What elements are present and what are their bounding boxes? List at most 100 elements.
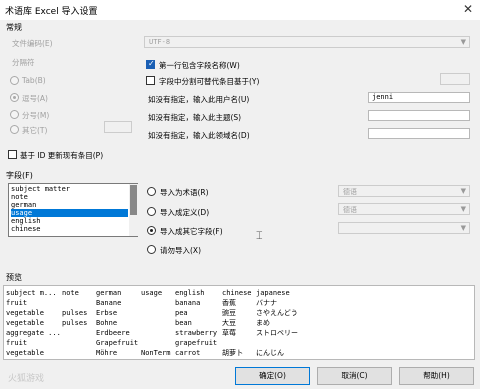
first-row-header-checkbox[interactable]	[146, 59, 155, 69]
mouse-cursor-icon: ⌶	[256, 229, 263, 242]
fields-listbox[interactable]: subject matter note german usage english…	[8, 183, 138, 237]
preview-cell: carrot	[175, 349, 201, 357]
preview-header-cell: english	[175, 289, 205, 297]
split-label: 字段中分割可替代条目基于(Y)	[159, 77, 260, 86]
definition-language-select[interactable]: 德语 ▼	[338, 203, 470, 215]
update-by-id-label: 基于 ID 更新现有条目(P)	[20, 151, 104, 160]
import-as-definition-radio[interactable]	[147, 207, 156, 216]
preview-cell: 胡萝卜	[222, 349, 243, 357]
encoding-label: 文件编码(E)	[12, 39, 53, 48]
cancel-button[interactable]: 取消(C)	[317, 367, 392, 385]
domain-label: 如没有指定，输入此领域名(D)	[148, 131, 250, 140]
preview-header-cell: note	[62, 289, 79, 297]
definition-language-value: 德语	[343, 206, 357, 214]
sep-tab-radio[interactable]	[10, 76, 19, 85]
general-heading: 常规	[6, 23, 22, 32]
chevron-down-icon: ▼	[460, 38, 466, 46]
list-item[interactable]: chinese	[11, 225, 128, 233]
subject-label: 如没有指定，输入此主题(S)	[148, 113, 242, 122]
import-as-term-radio[interactable]	[147, 187, 156, 196]
preview-cell: fruit	[6, 339, 28, 347]
preview-cell: bean	[175, 319, 192, 327]
watermark: 火狐游戏	[8, 374, 45, 384]
preview-header-cell: subject m...	[6, 289, 57, 297]
preview-cell: aggregate ...	[6, 329, 61, 337]
chevron-down-icon: ▼	[460, 205, 466, 213]
preview-cell: vegetable	[6, 319, 44, 327]
preview-cell: Banane	[96, 299, 122, 307]
preview-cell: Erdbeere	[96, 329, 130, 337]
sep-other-radio[interactable]	[10, 125, 19, 134]
chevron-down-icon: ▼	[460, 224, 466, 232]
other-field-select[interactable]: ▼	[338, 222, 470, 234]
preview-cell: Erbse	[96, 309, 118, 317]
fields-heading: 字段(F)	[6, 171, 33, 180]
preview-cell: banana	[175, 299, 201, 307]
list-item[interactable]: note	[11, 193, 128, 201]
preview-heading: 预览	[6, 273, 22, 282]
scrollbar-thumb[interactable]	[130, 185, 137, 215]
preview-cell: さやえんどう	[256, 309, 298, 317]
preview-cell: pulses	[62, 309, 88, 317]
preview-cell: pea	[175, 309, 188, 317]
list-scrollbar[interactable]	[129, 184, 138, 236]
list-item[interactable]: subject matter	[11, 185, 128, 193]
preview-cell: まめ	[256, 319, 270, 327]
import-as-definition-label: 导入成定义(D)	[160, 208, 210, 217]
list-item[interactable]: english	[11, 217, 128, 225]
preview-header-cell: chinese	[222, 289, 252, 297]
preview-cell: にんじん	[256, 349, 284, 357]
user-value: jenni	[372, 93, 394, 101]
domain-input[interactable]	[368, 128, 470, 139]
window-title: 术语库 Excel 导入设置	[5, 7, 98, 17]
subject-input[interactable]	[368, 110, 470, 121]
do-not-import-label: 请勿导入(X)	[160, 246, 201, 255]
preview-cell: バナナ	[256, 299, 277, 307]
preview-cell: Möhre	[96, 349, 118, 357]
split-char-input[interactable]	[440, 73, 470, 85]
preview-table: subject m... note german usage english chines…	[3, 285, 475, 360]
close-icon[interactable]: ✕	[460, 2, 476, 16]
sep-comma-radio[interactable]	[10, 93, 19, 102]
sep-other-label: 其它(T)	[22, 126, 48, 135]
term-language-select[interactable]: 德语 ▼	[338, 185, 470, 197]
preview-cell: NonTerm	[141, 349, 171, 357]
list-item[interactable]: german	[11, 201, 128, 209]
update-by-id-checkbox[interactable]	[8, 150, 17, 159]
term-language-value: 德语	[343, 188, 357, 196]
sep-other-input[interactable]	[104, 121, 132, 133]
user-label: 如没有指定，输入此用户名(U)	[148, 95, 250, 104]
preview-cell: Bohne	[96, 319, 118, 327]
preview-cell: ストロベリー	[256, 329, 298, 337]
separator-label: 分隔符	[12, 58, 35, 67]
list-item[interactable]: usage	[11, 209, 128, 217]
do-not-import-radio[interactable]	[147, 245, 156, 254]
chevron-down-icon: ▼	[460, 187, 466, 195]
preview-header-cell: german	[96, 289, 122, 297]
preview-cell: 豌豆	[222, 309, 236, 317]
preview-cell: 大豆	[222, 319, 236, 327]
first-row-header-label: 第一行包含字段名称(W)	[159, 61, 240, 70]
import-as-term-label: 导入为术语(R)	[160, 188, 209, 197]
preview-cell: vegetable	[6, 309, 44, 317]
help-button[interactable]: 帮助(H)	[399, 367, 474, 385]
preview-cell: 草莓	[222, 329, 236, 337]
split-checkbox[interactable]	[146, 76, 155, 85]
sep-comma-label: 逗号(A)	[22, 94, 48, 103]
sep-semicolon-radio[interactable]	[10, 110, 19, 119]
encoding-select[interactable]: UTF-8 ▼	[144, 36, 470, 48]
preview-cell: vegetable	[6, 349, 44, 357]
preview-cell: fruit	[6, 299, 28, 307]
sep-tab-label: Tab(B)	[22, 76, 46, 85]
preview-cell: pulses	[62, 319, 88, 327]
encoding-value: UTF-8	[149, 38, 171, 46]
sep-semicolon-label: 分号(M)	[22, 111, 50, 120]
preview-cell: grapefruit	[175, 339, 218, 347]
ok-button[interactable]: 确定(O)	[235, 367, 310, 385]
preview-cell: Grapefruit	[96, 339, 139, 347]
import-as-other-radio[interactable]	[147, 226, 156, 235]
preview-cell: strawberry	[175, 329, 218, 337]
preview-header-cell: usage	[141, 289, 163, 297]
user-input[interactable]: jenni	[368, 92, 470, 103]
preview-cell: 香蕉	[222, 299, 236, 307]
